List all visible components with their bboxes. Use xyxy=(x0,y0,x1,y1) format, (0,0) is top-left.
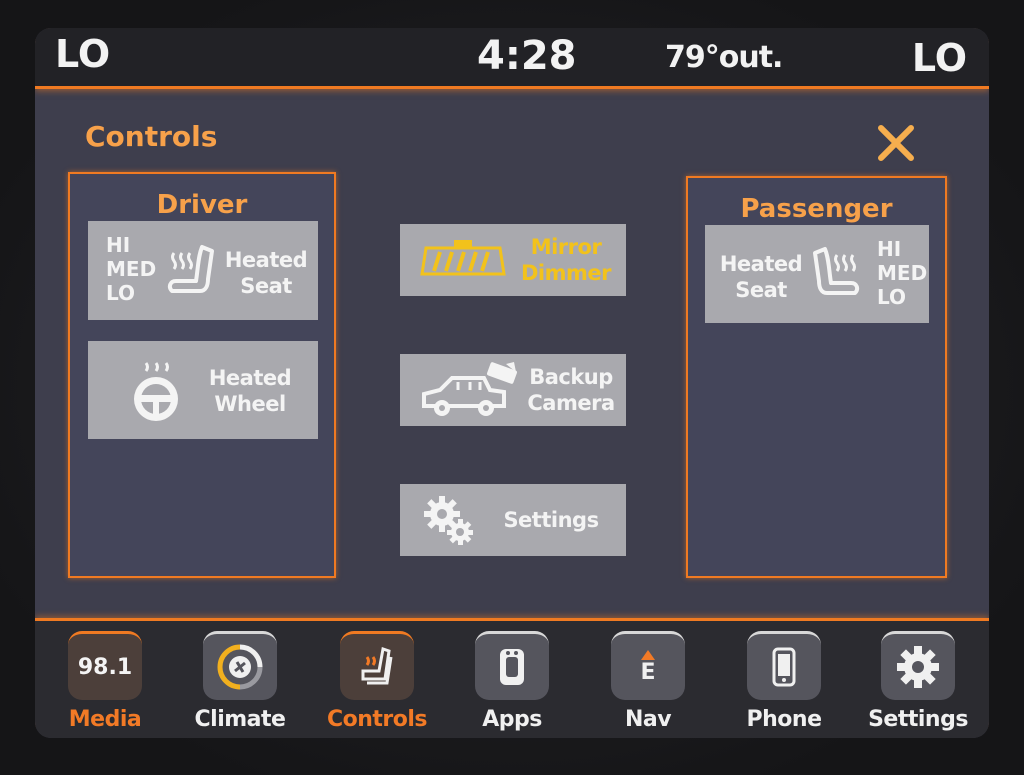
level-med: MED xyxy=(877,261,928,285)
compass-icon xyxy=(641,649,655,660)
dock-label-nav: Nav xyxy=(624,707,672,732)
driver-title: Driver xyxy=(156,190,248,220)
level-med: MED xyxy=(106,257,157,281)
heated-wheel-label: Heated Wheel xyxy=(200,365,300,417)
label-line-1: Heated xyxy=(224,248,308,272)
settings-dock-button[interactable] xyxy=(881,631,955,700)
status-bar: LO 4:28 79°out. LO xyxy=(35,28,989,89)
level-hi: HI xyxy=(106,233,131,257)
label-line-1: Backup xyxy=(529,365,613,389)
backup-camera-label: Backup Camera xyxy=(522,364,620,416)
label-line-2: Seat xyxy=(735,278,787,302)
label-line-2: Seat xyxy=(240,274,292,298)
climate-fan-icon xyxy=(217,644,263,690)
dock-label-settings: Settings xyxy=(868,707,968,732)
dock-label-controls: Controls xyxy=(326,707,428,732)
label-line-1: Heated xyxy=(208,366,292,390)
page-title: Controls xyxy=(85,120,218,153)
heated-wheel-button[interactable]: Heated Wheel xyxy=(88,341,318,439)
dock-item-climate[interactable]: Climate xyxy=(195,627,286,737)
controls-button[interactable] xyxy=(340,631,414,700)
controls-seat-icon xyxy=(361,647,393,685)
dock-item-controls[interactable]: Controls xyxy=(327,627,428,737)
climate-button[interactable] xyxy=(203,631,277,700)
dock-label-climate: Climate xyxy=(194,707,286,732)
nav-button[interactable]: E xyxy=(611,631,685,700)
passenger-temp[interactable]: LO xyxy=(912,36,967,80)
phone-button[interactable] xyxy=(747,631,821,700)
dock-label-media: Media xyxy=(68,707,142,732)
dock-label-apps: Apps xyxy=(482,707,542,732)
apps-icon xyxy=(500,649,524,685)
dock-item-settings[interactable]: Settings xyxy=(868,627,968,737)
passenger-seat-label: Heated Seat xyxy=(715,251,807,303)
label-line-2: Dimmer xyxy=(521,261,612,285)
label-line-2: Wheel xyxy=(214,392,286,416)
mirror-dimmer-button[interactable]: Mirror Dimmer xyxy=(400,224,626,296)
driver-seat-label: Heated Seat xyxy=(218,247,314,299)
gear-icon xyxy=(897,646,939,688)
settings-tile-label: Settings xyxy=(503,508,599,532)
dock-item-media[interactable]: 98.1 Media xyxy=(60,627,150,737)
backup-camera-icon xyxy=(422,362,517,416)
mirror-dimmer-label: Mirror Dimmer xyxy=(514,234,618,286)
backup-camera-button[interactable]: Backup Camera xyxy=(400,354,626,426)
radio-frequency: 98.1 xyxy=(77,654,133,680)
driver-heated-seat-button[interactable]: HI MED LO Heated Seat xyxy=(88,221,318,320)
level-lo: LO xyxy=(106,281,136,305)
level-hi: HI xyxy=(877,237,902,261)
media-button[interactable]: 98.1 xyxy=(68,631,142,700)
dock-item-phone[interactable]: Phone xyxy=(739,627,829,737)
apps-button[interactable] xyxy=(475,631,549,700)
phone-icon xyxy=(772,647,796,687)
infotainment-screen: LO 4:28 79°out. LO Controls Driver HI ME… xyxy=(35,28,989,738)
heated-seat-icon xyxy=(167,245,214,293)
gear-icon xyxy=(424,496,473,545)
label-line-2: Camera xyxy=(527,391,615,415)
outside-temperature: 79°out. xyxy=(665,40,783,75)
level-lo: LO xyxy=(877,285,907,309)
dock-item-apps[interactable]: Apps xyxy=(467,627,557,737)
dock-item-nav[interactable]: E Nav xyxy=(603,627,693,737)
heated-wheel-icon xyxy=(134,362,178,421)
compass-heading: E xyxy=(640,659,656,685)
seat-levels: HI MED LO xyxy=(877,237,927,309)
heated-seat-icon xyxy=(813,247,860,295)
clock: 4:28 xyxy=(477,33,577,79)
settings-tile-button[interactable]: Settings xyxy=(400,484,626,556)
passenger-title: Passenger xyxy=(740,194,893,224)
dock-label-phone: Phone xyxy=(746,707,822,732)
driver-temp[interactable]: LO xyxy=(55,32,110,76)
bottom-dock: 98.1 Media Climate Controls Apps E Nav P… xyxy=(35,618,989,738)
label-line-1: Heated xyxy=(719,252,803,276)
close-button[interactable] xyxy=(873,120,919,166)
label-line-1: Mirror xyxy=(530,235,602,259)
passenger-heated-seat-button[interactable]: Heated Seat HI MED LO xyxy=(705,225,929,323)
close-x-icon xyxy=(878,125,914,161)
mirror-icon xyxy=(420,240,506,276)
seat-levels: HI MED LO xyxy=(106,233,156,305)
